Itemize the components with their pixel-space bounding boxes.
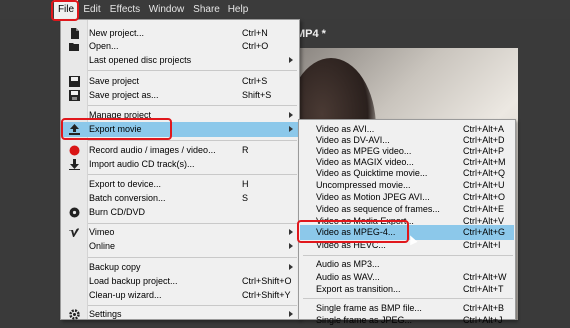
new-file-icon <box>71 28 79 39</box>
submenu-arrow-icon <box>289 57 293 63</box>
menu-separator <box>88 105 297 106</box>
menu-separator <box>88 223 297 224</box>
menu-separator <box>88 70 297 71</box>
menu-separator <box>88 140 297 141</box>
menu-item-export-to-device[interactable]: Export to device... H <box>62 177 298 192</box>
document-title: MP4 * <box>296 28 326 40</box>
save-icon <box>69 76 80 87</box>
settings-icon <box>69 309 80 320</box>
import-icon <box>69 159 80 170</box>
menu-item-backup-copy[interactable]: Backup copy <box>62 260 298 275</box>
file-menu: New project... Ctrl+N Open... Ctrl+O Las… <box>60 19 300 320</box>
menu-item-record[interactable]: Record audio / images / video... R <box>62 143 298 158</box>
menu-window[interactable]: Window <box>147 0 186 19</box>
menu-item-vimeo[interactable]: Vimeo <box>62 225 298 240</box>
highlight-box-file-menu <box>51 0 79 21</box>
menu-separator <box>303 298 513 299</box>
menu-item-save-project[interactable]: Save project Ctrl+S <box>62 74 298 89</box>
open-folder-icon <box>69 43 79 51</box>
menu-separator <box>88 305 297 306</box>
menu-item-burn-cd-dvd[interactable]: Burn CD/DVD <box>62 205 298 220</box>
menu-item-batch-conversion[interactable]: Batch conversion... S <box>62 191 298 206</box>
menu-separator <box>88 174 297 175</box>
menu-item-last-opened[interactable]: Last opened disc projects <box>62 53 298 68</box>
menu-item-import-audio-cd[interactable]: Import audio CD track(s)... <box>62 157 298 172</box>
menu-effects[interactable]: Effects <box>107 0 143 19</box>
submenu-arrow-icon <box>289 264 293 270</box>
menu-help[interactable]: Help <box>226 0 250 19</box>
menu-share[interactable]: Share <box>192 0 221 19</box>
disc-icon <box>69 207 80 218</box>
vimeo-icon <box>69 228 79 237</box>
menu-item-online[interactable]: Online <box>62 239 298 254</box>
submenu-item-single-frame-jpeg[interactable]: Single frame as JPEG... Ctrl+Alt+J <box>300 313 514 328</box>
menu-separator <box>88 257 297 258</box>
menu-separator <box>303 255 513 256</box>
save-as-icon <box>69 90 80 101</box>
submenu-arrow-icon <box>289 112 293 118</box>
menu-item-save-project-as[interactable]: Save project as... Shift+S <box>62 88 298 103</box>
menu-item-open[interactable]: Open... Ctrl+O <box>62 39 298 54</box>
menu-item-load-backup[interactable]: Load backup project... Ctrl+Shift+O <box>62 274 298 289</box>
menu-bar: File Edit Effects Window Share Help <box>0 0 570 19</box>
submenu-arrow-icon <box>289 243 293 249</box>
submenu-arrow-icon <box>289 229 293 235</box>
menu-edit[interactable]: Edit <box>81 0 103 19</box>
highlight-box-video-mpeg4 <box>297 220 409 243</box>
menu-item-clean-up-wizard[interactable]: Clean-up wizard... Ctrl+Shift+Y <box>62 288 298 303</box>
submenu-arrow-icon <box>289 126 293 132</box>
side-panel <box>518 19 570 320</box>
submenu-arrow-icon <box>289 311 293 317</box>
submenu-item-export-transition[interactable]: Export as transition... Ctrl+Alt+T <box>300 282 514 297</box>
highlight-box-export-movie <box>61 118 172 140</box>
record-icon <box>69 145 80 156</box>
